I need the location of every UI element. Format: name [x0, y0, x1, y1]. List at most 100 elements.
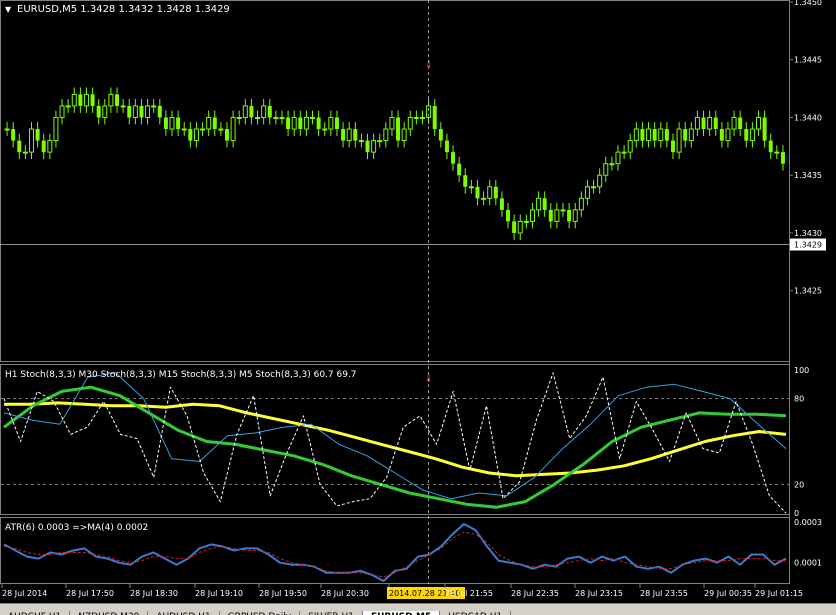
price-bar-down — [652, 129, 657, 141]
price-bar-up — [371, 140, 377, 153]
price-bar-down — [35, 129, 40, 141]
price-bar-down — [249, 105, 254, 118]
price-bar-up — [658, 128, 664, 142]
price-bar-up — [4, 128, 10, 131]
price-bar-down — [298, 117, 303, 130]
time-axis-label: 28 Jul 2014 — [2, 589, 47, 598]
price-bar-down — [212, 117, 217, 130]
price-bar-down — [664, 129, 669, 141]
time-axis-label: 28 Jul 20:30 — [321, 589, 369, 598]
price-bar-down — [127, 105, 132, 118]
price-bar-down — [762, 117, 767, 141]
price-bar-up — [358, 140, 364, 143]
price-bar-up — [181, 128, 187, 131]
chart-tab[interactable]: USDCAD,H1 — [440, 611, 512, 615]
price-bar-down — [670, 140, 675, 153]
price-bar-down — [768, 140, 773, 153]
price-bar-down — [396, 117, 401, 141]
price-bar-up — [83, 93, 89, 107]
stoch-series-line — [4, 401, 787, 478]
price-bar-up — [230, 116, 236, 142]
fractal-marker-icon: ⇓ — [425, 60, 433, 71]
price-bar-up — [529, 209, 535, 222]
price-bar-up — [206, 116, 212, 130]
stoch-series-line — [3, 372, 787, 500]
price-bar-down — [640, 129, 645, 141]
chart-tab[interactable]: GBPUSD,Daily — [220, 611, 301, 615]
stoch-title: H1 Stoch(8,3,3) M30 Stoch(8,3,3) M15 Sto… — [5, 370, 357, 380]
price-bar-up — [218, 128, 224, 131]
time-axis-label: 28 Jul 17:50 — [66, 589, 114, 598]
price-bar-down — [334, 117, 339, 130]
price-bar-up — [102, 105, 108, 118]
price-bar-down — [163, 117, 168, 130]
price-bar-down — [542, 198, 547, 210]
price-bar-down — [457, 163, 462, 176]
price-bar-down — [683, 129, 688, 141]
price-bar-up — [193, 128, 199, 142]
price-bar-up — [523, 220, 529, 223]
price-bar-up — [346, 128, 352, 142]
price-bar-down — [11, 129, 16, 141]
price-axis-label: 1.3445 — [794, 56, 822, 65]
time-axis-label: 28 Jul 19:50 — [259, 589, 307, 598]
price-bar-up — [707, 116, 713, 130]
price-bar-up — [303, 116, 309, 130]
stoch-axis-label: 20 — [794, 480, 804, 489]
price-bar-up — [120, 105, 126, 108]
price-bar-up — [615, 151, 621, 165]
price-bar-up — [597, 174, 603, 188]
time-axis-label: 28 Jul 23:55 — [640, 589, 688, 598]
price-bar-down — [188, 129, 193, 141]
price-bar-up — [621, 151, 627, 154]
time-axis-label: 29 Jul 00:35 — [704, 589, 752, 598]
price-bar-up — [242, 105, 248, 118]
price-bar-up — [731, 116, 737, 130]
price-bar-up — [310, 116, 316, 119]
trading-chart[interactable]: ⇓⇓ 1.34501.34451.34401.34351.34301.34251… — [0, 0, 836, 603]
price-bar-up — [389, 116, 395, 130]
price-bar-down — [157, 105, 162, 118]
price-bar-down — [438, 129, 443, 141]
chart-tab[interactable]: SILVER,H1 — [300, 611, 363, 615]
price-bar-up — [468, 186, 474, 189]
price-bar-down — [499, 198, 504, 210]
stoch-axis-label: 80 — [794, 395, 804, 404]
price-bar-up — [279, 116, 285, 119]
atr-axis-label: 0.0003 — [794, 518, 822, 527]
price-bar-up — [71, 93, 77, 107]
time-axis-label: 28 Jul 19:10 — [195, 589, 243, 598]
price-bar-up — [383, 128, 389, 142]
price-bar-up — [572, 209, 578, 222]
chart-tab[interactable]: NZDUSD,M30 — [70, 611, 149, 615]
atr-title: ATR(6) 0.0003 =>MA(4) 0.0002 — [5, 523, 148, 533]
stoch-axis-label: 0 — [794, 509, 799, 518]
price-bar-up — [22, 151, 28, 154]
price-bar-down — [341, 129, 346, 141]
price-bar-up — [578, 197, 584, 211]
price-bar-down — [78, 94, 83, 106]
price-axis-label: 1.3440 — [794, 113, 822, 122]
price-bar-up — [108, 93, 114, 107]
price-axis-label: 1.3430 — [794, 229, 822, 238]
chart-tab-bar: AUDCHF,H1NZDUSD,M30AUDUSD,H1GBPUSD,Daily… — [0, 603, 836, 615]
price-bar-up — [328, 116, 334, 130]
price-bar-down — [567, 209, 572, 222]
price-bar-up — [609, 163, 615, 166]
price-bar-down — [353, 129, 358, 141]
price-bar-down — [719, 129, 724, 141]
chart-tab[interactable]: EURUSD,M5 — [362, 611, 441, 615]
price-bar-down — [713, 117, 718, 130]
chart-tab[interactable]: AUDUSD,H1 — [148, 611, 220, 615]
price-bar-up — [59, 105, 65, 118]
atr-axis-label: 0.0001 — [794, 559, 822, 568]
fractal-marker-icon: ⇓ — [425, 374, 433, 385]
price-bar-up — [28, 128, 34, 153]
price-bar-down — [493, 186, 498, 199]
chart-tab[interactable]: AUDCHF,H1 — [0, 611, 71, 615]
time-axis-label: 28 Jul 23:15 — [575, 589, 623, 598]
time-axis-label: 28 Jul 22:35 — [511, 589, 559, 598]
price-bar-up — [481, 197, 487, 200]
price-bar-up — [688, 128, 694, 142]
price-bar-up — [236, 116, 242, 119]
